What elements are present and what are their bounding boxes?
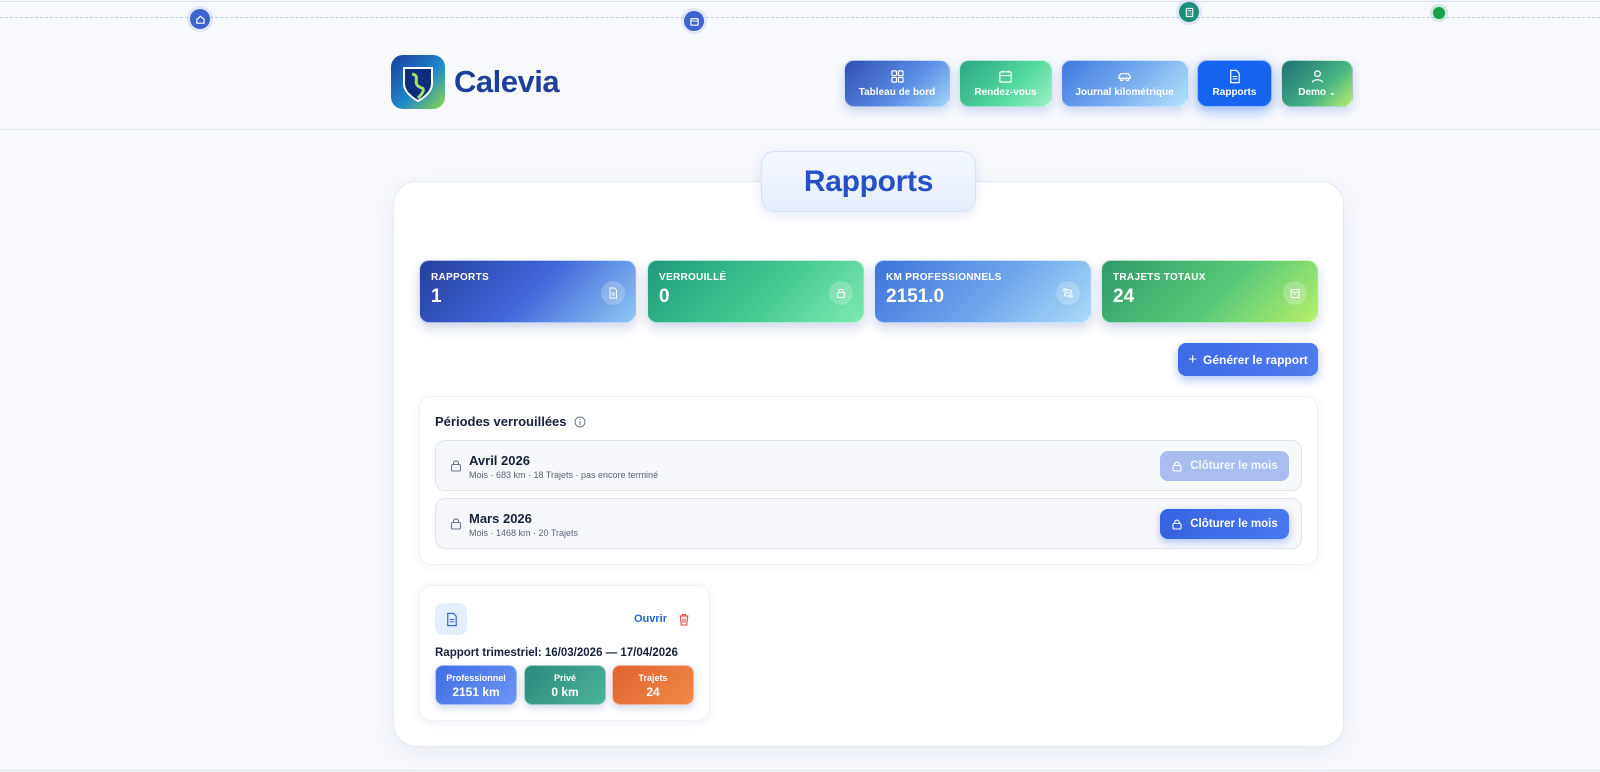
close-month-button[interactable]: Clôturer le mois	[1160, 509, 1289, 539]
close-month-label: Clôturer le mois	[1190, 460, 1278, 472]
stat-value: 0	[659, 286, 670, 307]
lock-icon	[1172, 461, 1182, 472]
main-nav: Tableau de bord Rendez-vous Journal kilo…	[844, 60, 1353, 107]
car-icon	[1118, 73, 1131, 82]
chip-trajets: Trajets 24	[612, 665, 694, 705]
timeline-dashed-line	[0, 17, 1600, 18]
page-title-tab: Rapports	[761, 151, 976, 212]
calendar-icon[interactable]	[684, 11, 704, 31]
user-icon	[1311, 70, 1323, 83]
top-border	[0, 1, 1600, 2]
locked-periods-panel: Périodes verrouillées Avril 2026 Mois · …	[419, 396, 1318, 565]
logo[interactable]: Calevia	[390, 54, 560, 110]
nav-user-menu[interactable]: Demo ⌄	[1281, 60, 1353, 107]
report-title: Rapport trimestriel: 16/03/2026 — 17/04/…	[435, 647, 678, 659]
stat-label: KM PROFESSIONNELS	[886, 272, 1002, 283]
calendar-icon	[999, 70, 1012, 83]
period-name: Avril 2026	[469, 453, 530, 468]
lock-icon	[450, 460, 462, 472]
nav-tableau-de-bord[interactable]: Tableau de bord	[844, 60, 950, 107]
page-title: Rapports	[803, 164, 934, 198]
nav-label: Demo	[1298, 87, 1327, 98]
footer-divider	[0, 770, 1600, 771]
info-icon[interactable]	[574, 416, 586, 428]
chip-label: Professionnel	[446, 673, 506, 683]
home-icon[interactable]	[190, 9, 210, 29]
close-month-label: Clôturer le mois	[1190, 518, 1278, 530]
nav-journal-kilometrique[interactable]: Journal kilométrique	[1061, 60, 1188, 107]
report-card: Ouvrir Rapport trimestriel: 16/03/2026 —…	[419, 585, 710, 721]
logo-shield-icon	[391, 55, 445, 109]
document-icon	[1230, 69, 1240, 84]
stat-card-verrouille: VERROUILLÉ 0	[647, 260, 864, 323]
stat-label: TRAJETS TOTAUX	[1113, 272, 1206, 283]
chip-value: 2151 km	[452, 685, 500, 699]
stat-card-trajets-totaux: TRAJETS TOTAUX 24	[1101, 260, 1318, 323]
calculator-icon[interactable]	[1179, 2, 1199, 22]
document-icon	[435, 603, 467, 635]
nav-label: Tableau de bord	[858, 87, 936, 98]
chevron-down-icon: ⌄	[1329, 88, 1336, 97]
chip-value: 24	[646, 685, 660, 699]
grid-icon	[890, 70, 904, 83]
nav-label: Rendez-vous	[974, 87, 1037, 98]
lock-icon	[829, 281, 853, 305]
chip-value: 0 km	[551, 685, 579, 699]
stat-value: 1	[431, 286, 442, 307]
locked-periods-heading: Périodes verrouillées	[435, 414, 567, 429]
generate-label: Générer le rapport	[1203, 352, 1308, 367]
close-month-button[interactable]: Clôturer le mois	[1160, 451, 1289, 481]
nav-label-wrap: Demo ⌄	[1298, 87, 1336, 98]
period-name: Mars 2026	[469, 511, 532, 526]
chip-professionnel: Professionnel 2151 km	[435, 665, 517, 705]
generate-report-button[interactable]: + Générer le rapport	[1178, 343, 1318, 376]
open-report-link[interactable]: Ouvrir	[634, 613, 667, 625]
status-dot-icon	[1433, 7, 1445, 19]
nav-label: Journal kilométrique	[1075, 87, 1174, 98]
nav-rapports[interactable]: Rapports	[1197, 60, 1272, 107]
top-timeline	[0, 0, 1600, 34]
period-meta: Mois · 1468 km · 20 Trajets	[469, 528, 579, 538]
app-name: Calevia	[454, 64, 560, 99]
nav-label: Rapports	[1212, 87, 1257, 98]
stat-card-km-professionnels: KM PROFESSIONNELS 2151.0	[874, 260, 1091, 323]
header: Calevia Tableau de bord Rendez-vous Jour…	[0, 34, 1600, 130]
chip-label: Trajets	[638, 673, 668, 683]
chip-prive: Privé 0 km	[524, 665, 606, 705]
stat-value: 24	[1113, 286, 1135, 307]
locked-periods-title: Périodes verrouillées	[435, 414, 586, 429]
period-row: Mars 2026 Mois · 1468 km · 20 Trajets Cl…	[435, 498, 1302, 549]
stat-value: 2151.0	[886, 286, 945, 307]
stat-label: VERROUILLÉ	[659, 272, 727, 283]
nav-rendez-vous[interactable]: Rendez-vous	[959, 60, 1052, 107]
plus-icon: +	[1188, 351, 1198, 368]
period-row: Avril 2026 Mois · 683 km · 18 Trajets · …	[435, 440, 1302, 491]
document-icon	[601, 281, 625, 305]
route-icon	[1056, 281, 1080, 305]
chip-label: Privé	[553, 673, 577, 683]
lock-icon	[1172, 519, 1182, 530]
trash-icon[interactable]	[678, 613, 690, 626]
stat-card-rapports: RAPPORTS 1	[419, 260, 636, 323]
calendar-icon	[1283, 281, 1307, 305]
period-meta: Mois · 683 km · 18 Trajets · pas encore …	[469, 470, 659, 480]
lock-icon	[450, 518, 462, 530]
stat-label: RAPPORTS	[431, 272, 489, 283]
